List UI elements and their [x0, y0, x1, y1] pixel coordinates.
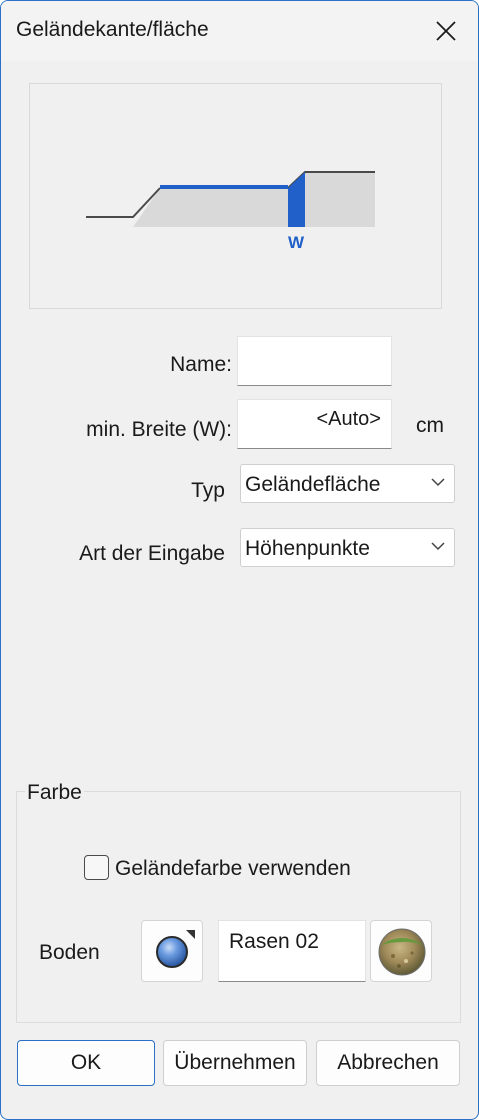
min-width-label: min. Breite (W): — [86, 418, 232, 441]
material-picker-button[interactable] — [141, 920, 203, 982]
terrain-edge-dialog: Geländekante/fläche W Name: min. Breite … — [0, 0, 479, 1120]
input-mode-label: Art der Eingabe — [79, 542, 225, 565]
color-group-title: Farbe — [25, 781, 84, 805]
terrain-preview: W — [29, 83, 442, 309]
apply-button[interactable]: Übernehmen — [163, 1040, 307, 1086]
sphere-icon — [156, 930, 195, 968]
chevron-down-icon — [431, 478, 445, 487]
type-label: Typ — [191, 479, 225, 502]
floor-material-field[interactable]: Rasen 02 — [218, 920, 366, 982]
input-mode-select-value: Höhenpunkte — [245, 537, 370, 560]
input-mode-select[interactable]: Höhenpunkte — [240, 528, 455, 567]
ok-button[interactable]: OK — [17, 1040, 155, 1086]
floor-material-value: Rasen 02 — [229, 930, 319, 953]
name-label: Name: — [170, 353, 232, 376]
chevron-down-icon — [431, 542, 445, 551]
close-button[interactable] — [426, 11, 466, 51]
color-group — [16, 791, 461, 1023]
name-input[interactable] — [237, 336, 392, 386]
terrain-wall-shape — [288, 172, 305, 227]
use-terrain-color-label[interactable]: Geländefarbe verwenden — [115, 857, 351, 881]
title-bar: Geländekante/fläche — [1, 1, 478, 61]
type-select[interactable]: Geländefläche — [240, 464, 455, 503]
cancel-button[interactable]: Abbrechen — [316, 1040, 460, 1086]
width-unit-label: cm — [416, 414, 444, 437]
use-terrain-color-checkbox[interactable] — [84, 855, 109, 880]
min-width-input-value: <Auto> — [316, 408, 381, 430]
floor-label: Boden — [39, 941, 100, 964]
grass-texture-icon — [378, 928, 426, 976]
texture-preview-button[interactable] — [370, 920, 432, 982]
dialog-title: Geländekante/fläche — [16, 18, 209, 41]
type-select-value: Geländefläche — [245, 473, 381, 496]
terrain-ground-shape — [86, 172, 375, 227]
terrain-profile-diagram: W — [86, 171, 375, 252]
min-width-input[interactable]: <Auto> — [237, 399, 392, 449]
width-marker-label: W — [288, 233, 305, 252]
close-icon — [436, 21, 456, 41]
